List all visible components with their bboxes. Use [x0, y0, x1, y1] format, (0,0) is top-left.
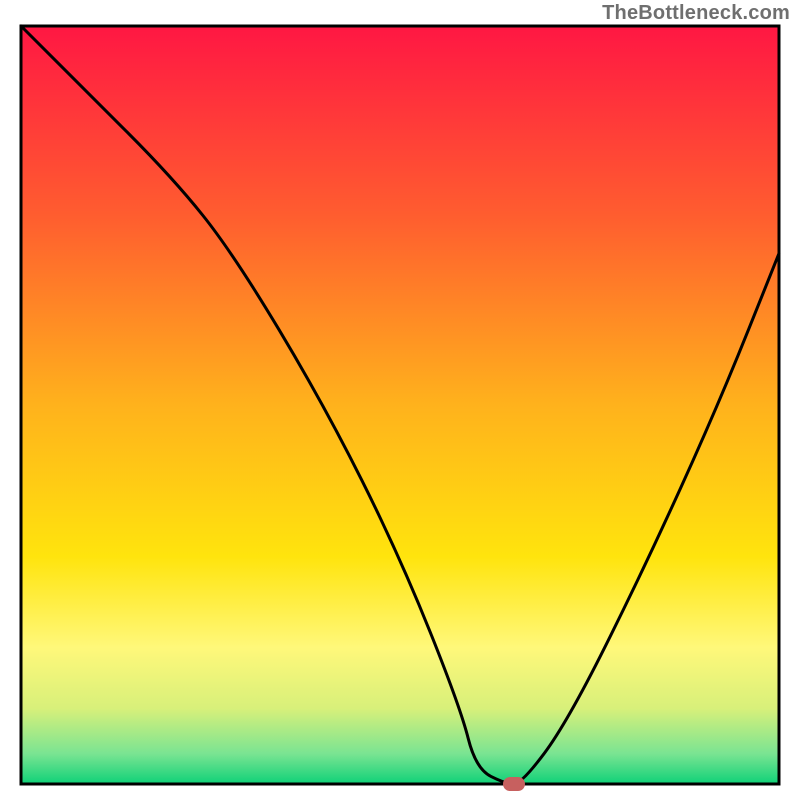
bottleneck-chart	[0, 0, 800, 800]
chart-stage: TheBottleneck.com	[0, 0, 800, 800]
optimum-marker	[503, 777, 525, 791]
